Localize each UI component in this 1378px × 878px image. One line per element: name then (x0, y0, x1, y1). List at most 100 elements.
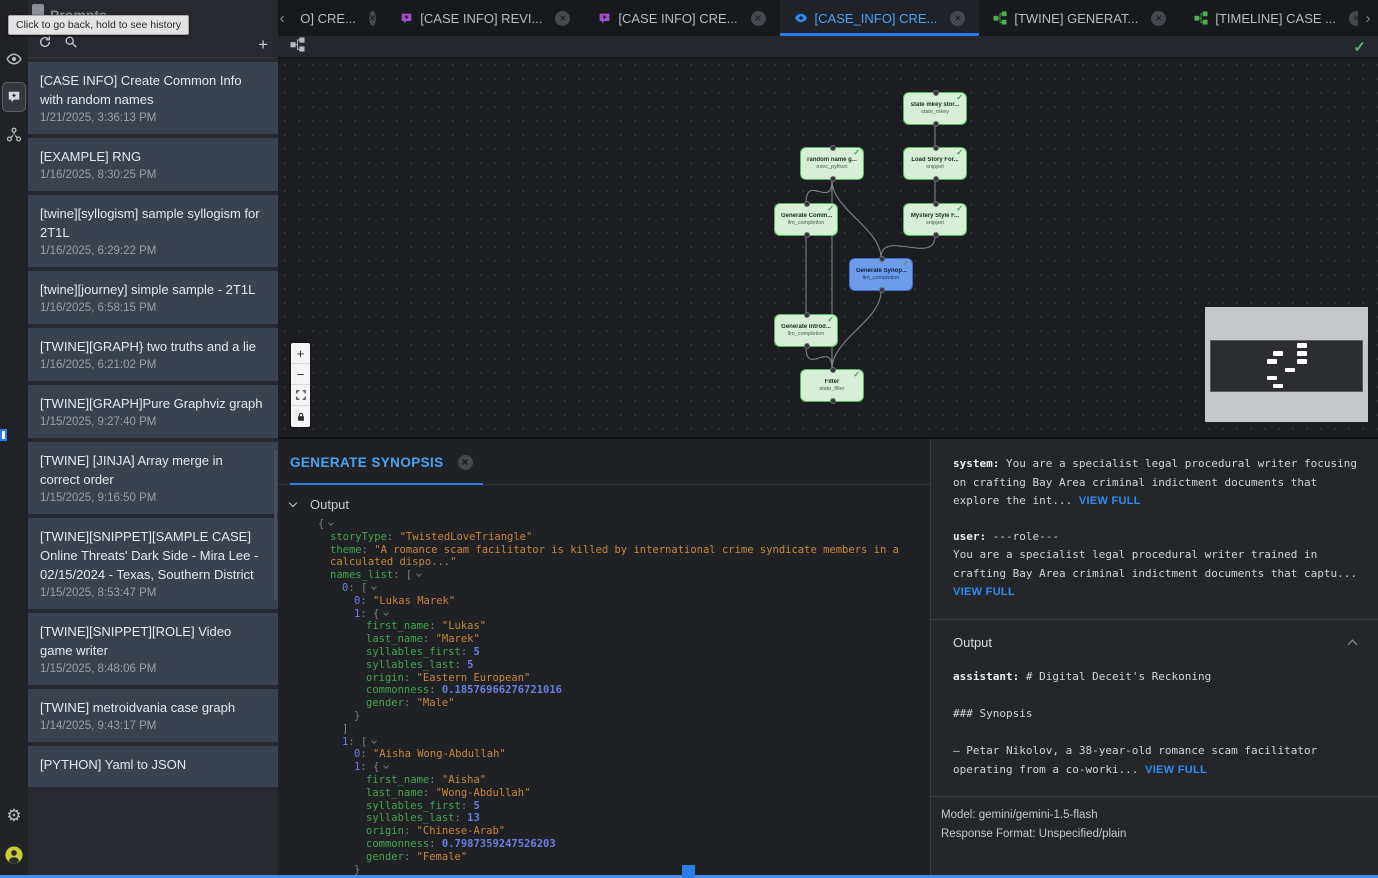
close-tab-icon[interactable]: × (555, 11, 570, 26)
collapse-caret-icon[interactable] (371, 738, 377, 744)
prompts-chat-icon[interactable] (2, 82, 26, 112)
collapse-caret-icon[interactable] (371, 584, 377, 590)
editor-tab[interactable]: O] CRE... × (286, 0, 386, 36)
output-collapse-row[interactable]: Output (278, 485, 930, 518)
search-icon[interactable] (64, 35, 78, 54)
json-line: storyType: "TwistedLoveTriangle" (278, 531, 930, 544)
json-line: gender: "Female" (278, 851, 930, 864)
node-title: random name g... (801, 157, 863, 163)
panel-resize-handle[interactable] (682, 865, 695, 878)
view-full-link[interactable]: VIEW FULL (1079, 495, 1141, 507)
json-line: first_name: "Lukas" (278, 620, 930, 633)
tabs-scroll-left-icon[interactable]: ‹ (278, 0, 286, 36)
json-line: last_name: "Marek" (278, 633, 930, 646)
check-icon: ✓ (827, 204, 834, 213)
json-line: 0: "Lukas Marek" (278, 595, 930, 608)
json-line: origin: "Chinese-Arab" (278, 825, 930, 838)
graph-canvas[interactable]: ✓ state mkey stor... state_mkey ✓ random… (278, 58, 1378, 437)
graph-node[interactable]: ✓ Generate Introd... llm_completion (774, 314, 838, 347)
collapse-caret-icon[interactable] (383, 610, 389, 616)
prompt-list-item[interactable]: [twine][journey] simple sample - 2T1L 1/… (28, 271, 278, 324)
editor-tab[interactable]: [CASE INFO] REVI... × (386, 0, 584, 36)
editor-tab[interactable]: [TWINE] GENERAT... × (979, 0, 1180, 36)
model-line: Model: gemini/gemini-1.5-flash (941, 806, 1362, 825)
prompt-title: [TWINE][GRAPH]Pure Graphviz graph (40, 394, 266, 413)
prompt-timestamp: 1/15/2025, 9:16:50 PM (40, 492, 266, 504)
fit-view-button[interactable] (291, 385, 310, 406)
node-title: Generate Synop... (850, 268, 912, 274)
tabs-scroll-right-icon[interactable]: › (1358, 0, 1378, 36)
tab-label: [TWINE] GENERAT... (1014, 11, 1138, 26)
scrollbar-thumb[interactable] (274, 450, 277, 600)
minimap-node (1297, 343, 1307, 348)
eye-icon[interactable] (0, 44, 28, 74)
graph-node[interactable]: ✓ Load Story For... snippet (903, 147, 967, 180)
close-tab-icon[interactable]: × (751, 11, 766, 26)
tab-label: [CASE INFO] CRE... (618, 11, 737, 26)
close-tab-icon[interactable]: × (1151, 11, 1166, 26)
prompt-list-item[interactable]: [EXAMPLE] RNG 1/16/2025, 8:30:25 PM (28, 138, 278, 191)
response-format-line: Response Format: Unspecified/plain (941, 825, 1362, 844)
prompt-list-item[interactable]: [TWINE][GRAPH} two truths and a lie 1/16… (28, 328, 278, 381)
prompt-list-item[interactable]: [TWINE] metroidvania case graph 1/14/202… (28, 689, 278, 742)
hub-icon[interactable] (0, 120, 28, 150)
add-prompt-button[interactable]: + (258, 36, 268, 53)
graph-node[interactable]: ✓ Mystery Style F... snippet (903, 203, 967, 236)
prompt-list-item[interactable]: [TWINE][SNIPPET][SAMPLE CASE] Online Thr… (28, 518, 278, 609)
output-panel-tab[interactable]: GENERATE SYNOPSIS × (290, 455, 483, 485)
collapse-caret-icon[interactable] (383, 763, 389, 769)
editor-tab[interactable]: [CASE INFO] CRE... × (584, 0, 779, 36)
view-full-link[interactable]: VIEW FULL (953, 586, 1015, 598)
prompt-list-item[interactable]: [PYTHON] Yaml to JSON (28, 746, 278, 787)
settings-gear-icon[interactable]: ⚙ (0, 800, 28, 830)
editor-tab[interactable]: [TIMELINE] CASE ... × (1180, 0, 1378, 36)
graph-node[interactable]: ✓ random name g... exec_python (800, 147, 864, 180)
model-info: Model: gemini/gemini-1.5-flash Response … (931, 796, 1378, 844)
message-text: You are a specialist legal procedural wr… (953, 457, 1364, 507)
close-tab-icon[interactable]: × (369, 11, 376, 26)
close-output-tab-icon[interactable]: × (458, 455, 473, 470)
left-edge-marker (0, 429, 7, 441)
detail-output-label: Output (953, 634, 992, 653)
check-icon: ✓ (827, 315, 834, 324)
account-avatar-icon[interactable] (0, 840, 28, 870)
minimap[interactable] (1205, 307, 1368, 422)
view-full-link[interactable]: VIEW FULL (1145, 764, 1207, 776)
refresh-icon[interactable] (38, 35, 52, 54)
node-subtype: llm_completion (775, 331, 837, 337)
zoom-out-button[interactable]: − (291, 364, 310, 385)
minimap-node (1273, 384, 1283, 389)
prompt-title: [twine][journey] simple sample - 2T1L (40, 280, 266, 299)
message-block: user: ---role--- You are a specialist le… (953, 528, 1362, 602)
message-block: assistant: # Digital Deceit's Reckoning … (953, 668, 1362, 779)
graph-node[interactable]: ✓ Generate Synop... llm_completion (849, 258, 913, 291)
chevron-up-icon[interactable] (1348, 640, 1358, 650)
check-icon: ✓ (853, 148, 860, 157)
check-icon: ✓ (956, 204, 963, 213)
node-subtype: state_filter (801, 386, 863, 392)
collapse-caret-icon[interactable] (416, 571, 422, 577)
zoom-in-button[interactable]: + (291, 343, 310, 364)
editor-tab[interactable]: [CASE_INFO] CRE... × (780, 0, 980, 36)
prompt-list-item[interactable]: [TWINE][GRAPH]Pure Graphviz graph 1/15/2… (28, 385, 278, 438)
prompt-list-item[interactable]: [TWINE] [JINJA] Array merge in correct o… (28, 442, 278, 514)
prompt-title: [TWINE][GRAPH} two truths and a lie (40, 337, 266, 356)
node-subtype: snippet (904, 220, 966, 226)
graph-node[interactable]: ✓ state mkey stor... state_mkey (903, 92, 967, 125)
divider (931, 619, 1378, 620)
check-icon: ✓ (902, 259, 909, 268)
message-text: # Digital Deceit's Reckoning ### Synopsi… (953, 670, 1324, 776)
prompt-list-item[interactable]: [twine][syllogism] sample syllogism for … (28, 195, 278, 267)
prompt-list-item[interactable]: [TWINE][SNIPPET][ROLE] Video game writer… (28, 613, 278, 685)
prompt-list-item[interactable]: [CASE INFO] Create Common Info with rand… (28, 62, 278, 134)
message-role: user: (953, 530, 993, 543)
collapse-caret-icon[interactable] (328, 520, 334, 526)
chat-icon (598, 12, 611, 25)
graph-node[interactable]: ✓ Filter state_filter (800, 369, 864, 402)
prompt-title: [TWINE][SNIPPET][SAMPLE CASE] Online Thr… (40, 527, 266, 584)
message-block: system: You are a specialist legal proce… (953, 455, 1362, 511)
graph-node[interactable]: ✓ Generate Comm... llm_completion (774, 203, 838, 236)
lock-button[interactable] (291, 406, 310, 427)
prompt-timestamp: 1/15/2025, 8:53:47 PM (40, 587, 266, 599)
close-tab-icon[interactable]: × (950, 11, 965, 26)
